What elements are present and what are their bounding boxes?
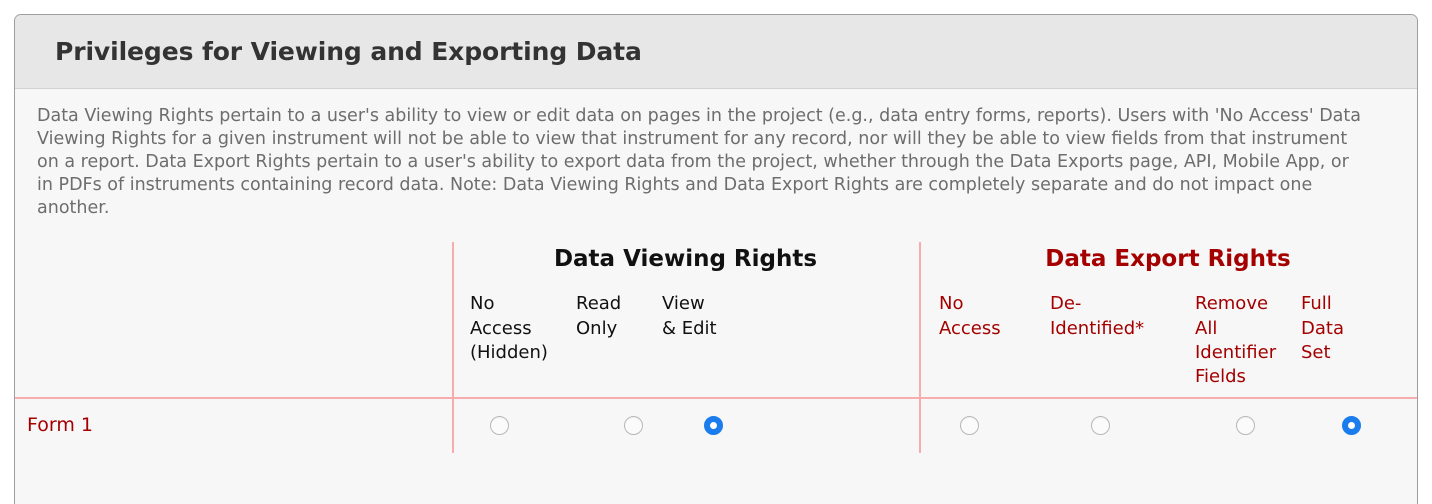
radio-cell-viewing-view-edit[interactable] bbox=[662, 415, 882, 435]
radio-cell-viewing-no-access[interactable] bbox=[452, 415, 576, 435]
subheaders-viewing: No Access (Hidden) Read Only View & Edit bbox=[452, 286, 919, 397]
radios-viewing-form-1 bbox=[452, 415, 919, 435]
subheaders-export: No Access De- Identified* Remove All Ide… bbox=[919, 286, 1417, 397]
group-title-data-viewing-rights: Data Viewing Rights bbox=[553, 246, 818, 273]
radio-cell-export-no-access[interactable] bbox=[919, 415, 1050, 435]
divider-export-left bbox=[919, 242, 921, 454]
radio-export-no-access[interactable] bbox=[960, 415, 979, 435]
group-title-row: Data Viewing Rights Data Export Rights bbox=[15, 242, 1417, 286]
panel-header: Privileges for Viewing and Exporting Dat… bbox=[15, 15, 1417, 89]
group-title-data-export-rights: Data Export Rights bbox=[1045, 246, 1291, 273]
subheader-row: No Access (Hidden) Read Only View & Edit… bbox=[15, 286, 1417, 397]
subheader-spacer bbox=[15, 286, 452, 397]
radio-cell-export-remove-identifiers[interactable] bbox=[1195, 415, 1301, 435]
radio-cell-export-full-data-set[interactable] bbox=[1301, 415, 1401, 435]
subheader-export-de-identified: De- Identified* bbox=[1050, 293, 1145, 339]
radio-cell-viewing-read-only[interactable] bbox=[576, 415, 662, 435]
subheader-export-full-data-set: Full Data Set bbox=[1301, 293, 1344, 363]
table-row: Form 1 bbox=[15, 397, 1417, 453]
radio-export-de-identified[interactable] bbox=[1091, 415, 1110, 435]
privileges-panel: Privileges for Viewing and Exporting Dat… bbox=[14, 14, 1418, 504]
privileges-table: Data Viewing Rights Data Export Rights N… bbox=[15, 242, 1417, 454]
divider-header-bottom bbox=[15, 397, 1417, 400]
group-title-spacer bbox=[15, 242, 452, 286]
panel-description: Data Viewing Rights pertain to a user's … bbox=[37, 106, 1361, 219]
radio-export-remove-all-identifier-fields[interactable] bbox=[1236, 415, 1255, 435]
radio-viewing-read-only[interactable] bbox=[624, 415, 643, 435]
instrument-name: Form 1 bbox=[27, 414, 93, 437]
radios-export-form-1 bbox=[919, 415, 1417, 435]
subheader-viewing-read-only: Read Only bbox=[576, 293, 622, 339]
radio-viewing-view-edit[interactable] bbox=[704, 415, 723, 435]
subheader-viewing-no-access: No Access (Hidden) bbox=[470, 293, 548, 363]
radio-export-full-data-set[interactable] bbox=[1342, 415, 1361, 435]
page-title: Privileges for Viewing and Exporting Dat… bbox=[55, 37, 642, 66]
radio-viewing-no-access-hidden[interactable] bbox=[490, 415, 509, 435]
subheader-viewing-view-edit: View & Edit bbox=[662, 293, 717, 339]
divider-viewing-left bbox=[452, 242, 454, 454]
subheader-export-no-access: No Access bbox=[939, 293, 1001, 339]
subheader-export-remove-identifiers: Remove All Identifier Fields bbox=[1195, 293, 1277, 387]
radio-cell-export-de-identified[interactable] bbox=[1050, 415, 1195, 435]
